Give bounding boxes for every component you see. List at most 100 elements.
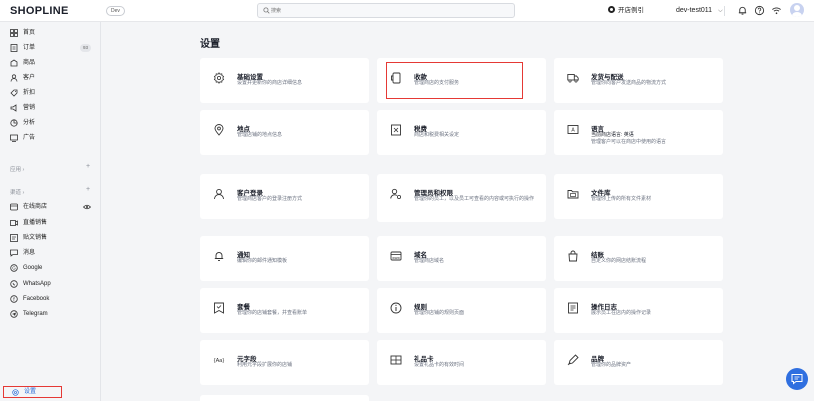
search-box[interactable]	[257, 3, 515, 18]
sidebar-item-orders[interactable]: 订单 93	[0, 41, 101, 55]
env-badge: Dev	[106, 6, 125, 16]
settings-card-activity-log[interactable]: 操作日志 展示员工在店内的操作记录	[554, 288, 723, 333]
sidebar-item-online-store[interactable]: 在线商店	[0, 200, 101, 214]
search-icon	[263, 7, 270, 14]
sidebar-item-customers[interactable]: 客户	[0, 71, 101, 85]
sidebar-item-label: 广告	[23, 135, 36, 141]
bell-icon[interactable]	[737, 5, 748, 16]
sidebar-item-settings[interactable]: 设置	[3, 386, 62, 398]
sidebar-item-ads[interactable]: 广告	[0, 131, 101, 145]
settings-card-language[interactable]: A 语言 当前商店语言: 英语 管理客户可以在商店中使用的语言	[554, 110, 723, 155]
sidebar-item-label: WhatsApp	[23, 281, 51, 287]
sidebar-item-products[interactable]: 商品	[0, 56, 101, 70]
plan-icon	[214, 302, 224, 314]
apps-section-label[interactable]: 应用 ›	[10, 165, 24, 173]
sidebar-item-post-sales[interactable]: 贴文销售	[0, 231, 101, 245]
sidebar-item-label: 折扣	[23, 90, 36, 96]
sidebar-item-label: 直播销售	[23, 220, 48, 226]
shopline-logo[interactable]: SHOPLINE	[10, 5, 69, 17]
card-description: 管理你的品牌资产	[591, 362, 632, 368]
chat-icon	[791, 374, 803, 385]
sidebar-item-whatsapp[interactable]: WhatsApp	[0, 277, 101, 291]
customer-login-icon	[214, 188, 224, 200]
admin-permissions-icon	[390, 188, 402, 200]
sidebar-item-telegram[interactable]: Telegram	[0, 307, 101, 321]
orders-count-badge: 93	[80, 44, 92, 52]
settings-card-brand[interactable]: 品牌 管理你的品牌资产	[554, 340, 723, 385]
settings-card-taxes[interactable]: 税费 商店和税费相关设定	[377, 110, 546, 155]
card-description: 自定义你的网店结账流程	[591, 258, 647, 264]
card-description: 管理你的店铺套餐，并查看账单	[237, 310, 308, 316]
checkout-bag-icon	[568, 250, 578, 262]
message-icon	[10, 249, 18, 257]
sidebar-item-facebook[interactable]: f Facebook	[0, 292, 101, 306]
add-app-button[interactable]: +	[86, 163, 90, 170]
svg-text:G: G	[12, 266, 16, 271]
sidebar-item-label: 在线商店	[23, 204, 48, 210]
eye-icon[interactable]	[83, 203, 91, 211]
sidebar-item-google[interactable]: G Google	[0, 261, 101, 275]
sidebar-item-live-sales[interactable]: 直播销售	[0, 216, 101, 230]
store-guide-button[interactable]: 开店例引	[608, 5, 644, 17]
settings-card-notifications[interactable]: 通知 编辑你的邮件通知模板	[200, 236, 369, 281]
location-icon	[214, 124, 224, 136]
bell-icon	[214, 252, 224, 261]
store-name-label: dev-test011	[676, 7, 713, 14]
language-icon: A	[567, 125, 579, 134]
card-description: 管理你店铺的规则页面	[414, 310, 465, 316]
discount-icon	[10, 89, 18, 97]
settings-card-policies[interactable]: 规则 管理你店铺的规则页面	[377, 288, 546, 333]
info-icon	[390, 302, 402, 314]
payment-icon	[391, 72, 401, 84]
chat-support-button[interactable]	[786, 368, 808, 390]
analytics-icon	[10, 119, 18, 127]
store-status-icon	[608, 6, 615, 13]
store-switcher[interactable]: dev-test011 ⌵	[676, 5, 723, 17]
avatar[interactable]	[790, 3, 804, 17]
sidebar-item-home[interactable]: 首页	[0, 26, 101, 40]
sidebar-item-label: 分析	[23, 120, 36, 126]
sidebar-item-analytics[interactable]: 分析	[0, 116, 101, 130]
card-description: 管理你上传的所有文件素材	[591, 196, 652, 202]
live-sales-icon	[10, 220, 18, 226]
sidebar-item-marketing[interactable]: 营销	[0, 101, 101, 115]
card-description: 设置并更新你的商店详细信息	[237, 80, 303, 86]
add-channel-button[interactable]: +	[86, 186, 90, 193]
page-title: 设置	[200, 39, 220, 50]
settings-card-domains[interactable]: www 域名 管理商店域名	[377, 236, 546, 281]
domain-icon: www	[390, 251, 402, 261]
settings-card-shipping[interactable]: 发货与配送 管理你向客户发送商品的物流方式	[554, 58, 723, 103]
settings-card-gift-cards[interactable]: 礼品卡 设置礼品卡的有效时间	[377, 340, 546, 385]
truck-icon	[567, 74, 579, 83]
gear-icon	[213, 72, 225, 84]
sidebar-item-label: 消息	[23, 250, 36, 256]
svg-text:{Aa}: {Aa}	[214, 358, 225, 364]
chevron-down-icon: ⌵	[718, 8, 723, 14]
sidebar-item-message[interactable]: 消息	[0, 246, 101, 260]
settings-card-plan[interactable]: 套餐 管理你的店铺套餐，并查看账单	[200, 288, 369, 333]
settings-card-locations[interactable]: 地点 管理店铺的地点信息	[200, 110, 369, 155]
card-description: 设置礼品卡的有效时间	[414, 362, 465, 368]
wifi-icon[interactable]	[771, 5, 782, 16]
svg-text:A: A	[571, 128, 575, 134]
settings-card-payments[interactable]: 收款 管理商店的支付服务	[377, 58, 546, 103]
post-sales-icon	[10, 234, 18, 242]
brand-icon	[567, 354, 579, 366]
card-description: 管理你的员工，以及员工可查看的内容或可执行的操作	[414, 196, 535, 202]
google-icon: G	[10, 264, 18, 272]
settings-card-basic[interactable]: 基础设置 设置并更新你的商店详细信息	[200, 58, 369, 103]
settings-card-metafields[interactable]: {Aa} 元字段 利用元字段扩展你的店铺	[200, 340, 369, 385]
sidebar-item-label: 贴文销售	[23, 235, 48, 241]
settings-card-customer-login[interactable]: 客户登录 管理商店客户的登录注册方式	[200, 174, 369, 219]
card-description: 编辑你的邮件通知模板	[237, 258, 288, 264]
channels-section-label[interactable]: 渠道 ›	[10, 188, 24, 196]
divider	[724, 6, 725, 16]
settings-card-checkout[interactable]: 结账 自定义你的网店结账流程	[554, 236, 723, 281]
sidebar-item-discount[interactable]: 折扣	[0, 86, 101, 100]
settings-card-files[interactable]: 文件库 管理你上传的所有文件素材	[554, 174, 723, 219]
help-icon[interactable]	[754, 5, 765, 16]
search-input[interactable]	[271, 5, 507, 16]
current-language-text: 当前商店语言: 英语	[591, 132, 634, 138]
products-icon	[10, 59, 18, 67]
settings-card-admins-permissions[interactable]: 管理员和权限 管理你的员工，以及员工可查看的内容或可执行的操作	[377, 174, 546, 222]
